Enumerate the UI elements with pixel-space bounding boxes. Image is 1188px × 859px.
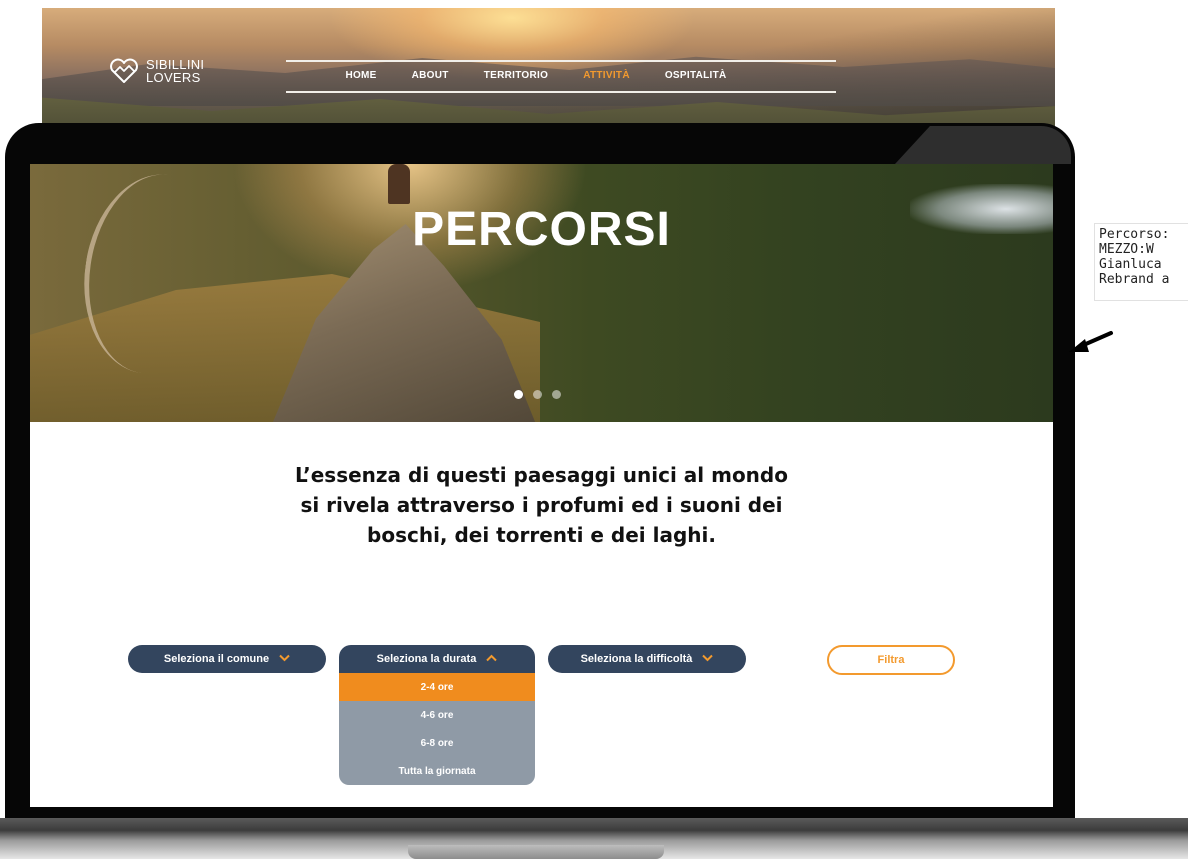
site-logo[interactable]: SIBILLINI LOVERS: [108, 58, 204, 84]
annotation-line-3: Gianluca: [1099, 257, 1162, 272]
select-difficolta-label: Seleziona la difficoltà: [580, 653, 693, 665]
laptop-screen: PERCORSI L’essenza di questi paesaggi un…: [30, 164, 1053, 807]
nav-item-attivita[interactable]: ATTIVITÀ: [583, 70, 630, 81]
filter-bar: Seleziona il comune Seleziona la durata …: [30, 645, 1053, 805]
tagline-line-2: si rivela attraverso i profumi ed i suon…: [300, 493, 783, 517]
annotation-line-4: Rebrand a: [1099, 272, 1170, 287]
hero-hiker: [388, 164, 410, 204]
chevron-down-icon: [279, 653, 290, 665]
annotation-line-1: Percorso:: [1099, 227, 1170, 242]
chevron-up-icon: [486, 653, 498, 665]
tagline-line-1: L’essenza di questi paesaggi unici al mo…: [295, 463, 788, 487]
annotation-note: Percorso: MEZZO:W Gianluca Rebrand a: [1094, 223, 1188, 301]
durata-option-full-day[interactable]: Tutta la giornata: [339, 757, 535, 785]
nav-top-divider: [286, 60, 836, 62]
slider-dot-2[interactable]: [533, 390, 542, 399]
chevron-down-icon: [702, 653, 714, 665]
nav-item-territorio[interactable]: TERRITORIO: [484, 70, 548, 81]
heart-mountain-icon: [110, 58, 138, 83]
select-durata-label: Seleziona la durata: [376, 653, 477, 665]
logo-line-2: LOVERS: [146, 70, 201, 85]
nav-item-about[interactable]: ABOUT: [412, 70, 449, 81]
arrow-down-left-icon: [1069, 331, 1113, 352]
nav-item-home[interactable]: HOME: [345, 70, 376, 81]
select-comune[interactable]: Seleziona il comune: [128, 645, 326, 673]
select-durata[interactable]: Seleziona la durata: [339, 645, 535, 673]
filter-submit-button[interactable]: Filtra: [827, 645, 955, 675]
nav-bottom-divider: [286, 91, 836, 93]
durata-option-4-6[interactable]: 4-6 ore: [339, 701, 535, 729]
main-nav: HOME ABOUT TERRITORIO ATTIVITÀ OSPITALIT…: [286, 70, 786, 81]
tagline-line-3: boschi, dei torrenti e dei laghi.: [367, 523, 716, 547]
nav-item-ospitalita[interactable]: OSPITALITÀ: [665, 70, 727, 81]
slider-dot-1[interactable]: [514, 390, 523, 399]
select-difficolta[interactable]: Seleziona la difficoltà: [548, 645, 746, 673]
hero-title: PERCORSI: [412, 203, 671, 256]
slider-dots: [514, 390, 561, 399]
durata-dropdown-menu: 2-4 ore 4-6 ore 6-8 ore Tutta la giornat…: [339, 673, 535, 785]
laptop-hinge-notch: [408, 845, 664, 859]
hero-slider: PERCORSI: [30, 164, 1053, 422]
tagline: L’essenza di questi paesaggi unici al mo…: [30, 460, 1053, 550]
durata-option-2-4[interactable]: 2-4 ore: [339, 673, 535, 701]
annotation-line-2: MEZZO:W: [1099, 242, 1154, 257]
logo-text: SIBILLINI LOVERS: [146, 58, 204, 84]
select-comune-label: Seleziona il comune: [163, 653, 270, 665]
durata-option-6-8[interactable]: 6-8 ore: [339, 729, 535, 757]
slider-dot-3[interactable]: [552, 390, 561, 399]
